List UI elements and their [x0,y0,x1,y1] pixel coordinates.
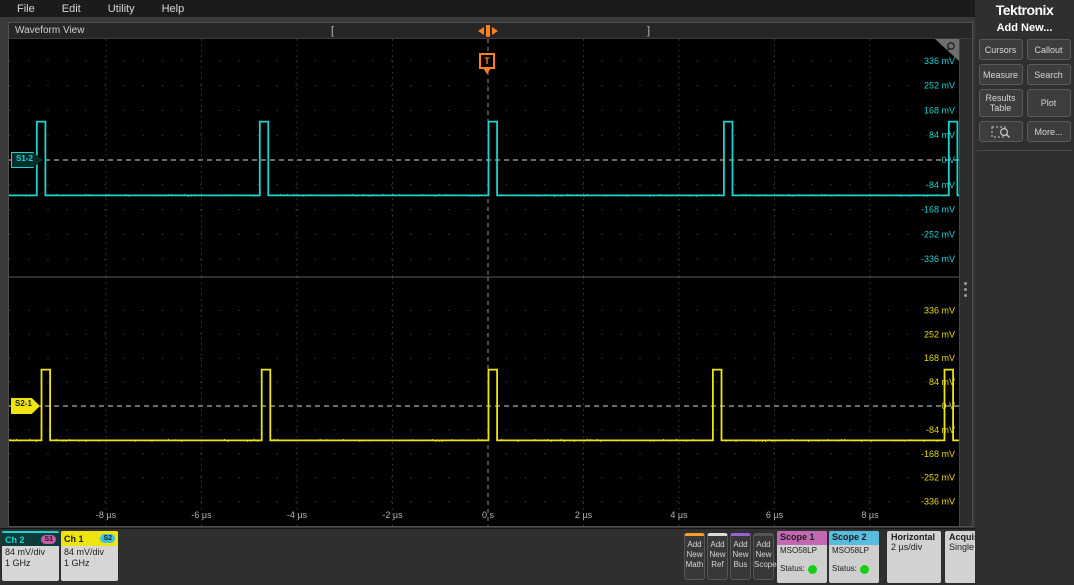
scope1-title: Scope 1 [777,531,827,545]
ch2-label: Ch 2 [5,535,25,545]
waveform-view-title: Waveform View [15,25,84,36]
expansion-arrow-left-icon [478,27,484,35]
ch2-bandwidth: 1 GHz [5,558,56,569]
ch2-scale: 84 mV/div [5,547,56,558]
svg-text:-252 mV: -252 mV [921,473,955,483]
channel-badge-ch2[interactable]: Ch 2 S1 84 mV/div 1 GHz [2,531,59,581]
menu-utility[interactable]: Utility [108,3,135,15]
plot-button[interactable]: Plot [1027,89,1071,117]
svg-text:-336 mV: -336 mV [921,254,955,264]
graticule-and-traces: 336 mV252 mV168 mV84 mV0 V-84 mV-168 mV-… [9,39,959,526]
slice-gutter [959,39,972,526]
svg-text:-4 µs: -4 µs [287,510,308,520]
ch1-scope-pill: S2 [100,534,115,543]
svg-text:-168 mV: -168 mV [921,449,955,459]
svg-text:-2 µs: -2 µs [382,510,403,520]
channel-badge-ch1[interactable]: Ch 1 S2 84 mV/div 1 GHz [61,531,118,581]
search-button[interactable]: Search [1027,64,1071,85]
svg-text:-84 mV: -84 mV [926,425,955,435]
scope2-status-dot [860,565,869,574]
svg-text:-336 mV: -336 mV [921,497,955,507]
add-new-scope-button[interactable]: Add New Scope [753,533,774,580]
svg-text:252 mV: 252 mV [924,329,955,339]
measure-button[interactable]: Measure [979,64,1023,85]
svg-text:252 mV: 252 mV [924,81,955,91]
ch2-scope-pill: S1 [41,535,56,544]
svg-text:168 mV: 168 mV [924,105,955,115]
scope1-status-label: Status: [780,564,805,574]
waveform-plot[interactable]: 336 mV252 mV168 mV84 mV0 V-84 mV-168 mV-… [9,39,959,526]
expansion-arrow-right-icon [492,27,498,35]
scope1-status-dot [808,565,817,574]
results-table-button[interactable]: Results Table [979,89,1023,117]
scope2-badge[interactable]: Scope 2 MSO58LP Status: [829,531,879,583]
scope1-badge[interactable]: Scope 1 MSO58LP Status: [777,531,827,583]
svg-text:2 µs: 2 µs [575,510,593,520]
svg-text:-168 mV: -168 mV [921,205,955,215]
svg-text:-8 µs: -8 µs [96,510,117,520]
svg-text:8 µs: 8 µs [861,510,879,520]
expansion-point-marker[interactable] [478,25,498,37]
add-new-bus-button[interactable]: Add New Bus [730,533,751,580]
menu-edit[interactable]: Edit [62,3,81,15]
add-new-ref-button[interactable]: Add New Ref [707,533,728,580]
svg-text:168 mV: 168 mV [924,353,955,363]
ch1-bandwidth: 1 GHz [64,558,115,569]
scope2-title: Scope 2 [829,531,879,545]
zoom-select-button[interactable] [979,121,1023,142]
ch1-label: Ch 1 [64,534,84,544]
waveform-view: Waveform View [ ] 336 mV 252 mV 168 mV 84 m… [8,22,973,527]
svg-text:336 mV: 336 mV [924,305,955,315]
svg-text:6 µs: 6 µs [766,510,784,520]
svg-text:336 mV: 336 mV [924,56,955,66]
zoom-overview-bracket-right[interactable]: ] [647,25,650,37]
scope2-model: MSO58LP [832,546,876,556]
ch1-scale: 84 mV/div [64,547,115,558]
svg-text:-252 mV: -252 mV [921,229,955,239]
bottom-bar: Ch 2 S1 84 mV/div 1 GHz Ch 1 S2 84 mV/di… [0,528,975,585]
add-new-math-button[interactable]: Add New Math [684,533,705,580]
waveform-view-titlebar: Waveform View [ ] [9,23,972,39]
menu-file[interactable]: File [17,3,35,15]
menu-bar: File Edit Utility Help [0,0,1074,17]
svg-text:84 mV: 84 mV [929,377,955,387]
bottom-right-fill [975,528,1074,585]
tektronix-logo: Tektronix [975,2,1074,18]
svg-text:84 mV: 84 mV [929,130,955,140]
horizontal-badge[interactable]: Horizontal 2 µs/div [887,531,941,583]
zoom-select-icon [991,125,1011,139]
right-sidebar: Tektronix Add New... Cursors Callout Mea… [975,0,1074,585]
callout-button[interactable]: Callout [1027,39,1071,60]
svg-text:0 s: 0 s [482,510,495,520]
slice-resize-handle[interactable] [964,279,968,300]
expansion-point-icon [486,25,490,37]
scope2-status-label: Status: [832,564,857,574]
zoom-overview-bracket-left[interactable]: [ [331,25,334,37]
cursors-button[interactable]: Cursors [979,39,1023,60]
more-button[interactable]: More... [1027,121,1071,142]
trigger-flag[interactable]: T [479,53,495,69]
horizontal-value: 2 µs/div [891,542,937,552]
scope1-model: MSO58LP [780,546,824,556]
svg-text:-6 µs: -6 µs [191,510,212,520]
sidebar-separator [977,150,1072,151]
svg-text:-84 mV: -84 mV [926,180,955,190]
menu-help[interactable]: Help [162,3,185,15]
svg-text:4 µs: 4 µs [670,510,688,520]
add-new-heading: Add New... [975,22,1074,34]
horizontal-title: Horizontal [891,532,937,542]
